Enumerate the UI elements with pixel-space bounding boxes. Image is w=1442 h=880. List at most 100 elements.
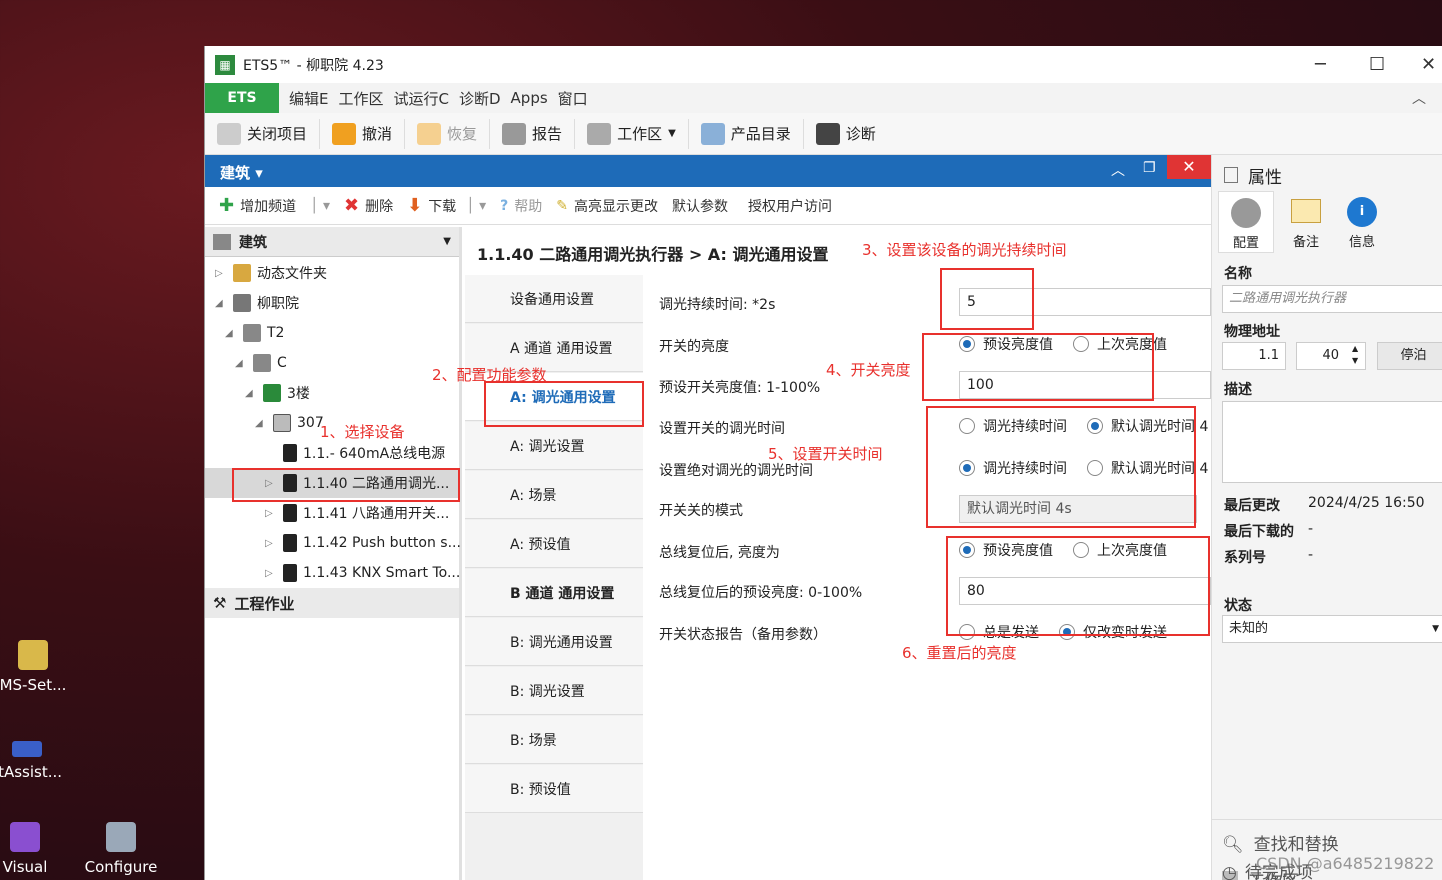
authorize-access-button[interactable]: 授权用户访问 <box>748 196 832 216</box>
workspace-label: 工作区 <box>617 125 663 143</box>
undo-label: 撤消 <box>362 125 393 143</box>
collapse-ribbon-icon[interactable]: ︿ <box>1412 88 1426 108</box>
name-input[interactable]: 二路通用调光执行器 <box>1222 285 1442 313</box>
tab-a-dim-settings[interactable]: A: 调光设置 <box>465 422 643 470</box>
tree-node[interactable]: ◢ 柳职院 <box>215 288 299 318</box>
download-button[interactable]: ⬇ 下载 │ ▾ <box>407 195 486 216</box>
address-stepper-icon[interactable]: ▲ ▼ <box>1352 343 1358 367</box>
default-params-button[interactable]: 默认参数 <box>672 196 728 216</box>
info-icon: i <box>1347 197 1377 227</box>
menu-apps[interactable]: Apps <box>511 89 548 107</box>
bus-reset-label: 总线复位后, 亮度为 <box>659 545 780 561</box>
diagnostics-button[interactable]: 诊断 <box>815 119 888 149</box>
delete-button[interactable]: ✖ 删除 <box>344 195 393 216</box>
desktop-icon-ms-set[interactable]: MS-Set... <box>0 640 78 694</box>
desktop-icon-label: MS-Set... <box>0 676 67 694</box>
device-icon <box>283 534 297 552</box>
help-icon: ? <box>500 197 509 214</box>
close-project-label: 关闭项目 <box>247 125 308 143</box>
properties-title-text: 属性 <box>1248 168 1282 188</box>
undo-button[interactable]: 撤消 <box>332 118 406 149</box>
menu-edit[interactable]: 编辑E <box>289 88 328 109</box>
menu-bar: ETS 编辑E 工作区 试运行C 诊断D Apps 窗口 ︿ <box>205 83 1442 113</box>
tree-node[interactable]: ▷ 动态文件夹 <box>215 258 327 288</box>
tree-node[interactable]: 1.1.- 640mA总线电源 <box>265 438 445 468</box>
highlight-changes-button[interactable]: ✎ 高亮显示更改 <box>556 196 658 216</box>
catalog-button[interactable]: 产品目录 <box>700 118 804 149</box>
building-icon <box>233 294 251 312</box>
tab-device-general[interactable]: 设备通用设置 <box>465 275 643 323</box>
tab-a-preset[interactable]: A: 预设值 <box>465 520 643 568</box>
tab-b-dim-general[interactable]: B: 调光通用设置 <box>465 618 643 666</box>
annotation-config-params: 2、配置功能参数 <box>432 366 547 384</box>
tab-b-preset[interactable]: B: 预设值 <box>465 765 643 813</box>
menu-commission[interactable]: 试运行C <box>394 88 449 109</box>
preset-brightness-label: 预设开关亮度值: 1-100% <box>659 380 821 396</box>
tree-node-label: T2 <box>267 325 285 341</box>
annotation-switch-time: 5、设置开关时间 <box>768 445 883 463</box>
tree-node[interactable]: ◢ C <box>235 348 287 378</box>
menu-ets[interactable]: ETS <box>205 83 279 113</box>
redo-icon <box>417 122 442 145</box>
collapse-panel-icon[interactable]: ︿ <box>1111 160 1125 180</box>
tree-node[interactable]: ◢ 307 <box>255 408 324 438</box>
tree-node[interactable]: ◢ T2 <box>225 318 284 348</box>
device-icon <box>283 504 297 522</box>
device-icon <box>283 444 297 462</box>
tree-node-label: 1.1.- 640mA总线电源 <box>303 446 446 462</box>
restore-panel-icon[interactable]: ❐ <box>1143 160 1156 176</box>
tree-node[interactable]: ◢ 3楼 <box>245 378 310 408</box>
last-change-label: 最后更改 <box>1224 498 1280 514</box>
redo-button[interactable]: 恢复 <box>417 118 491 149</box>
tab-info[interactable]: i 信息 <box>1334 191 1390 253</box>
annotation-switch-brightness: 4、开关亮度 <box>826 361 911 379</box>
tab-config[interactable]: 配置 <box>1218 191 1274 253</box>
close-icon[interactable]: ✕ <box>1421 54 1436 75</box>
tree-node[interactable]: ▷ 1.1.43 KNX Smart To... <box>265 558 460 588</box>
annotation-box-dim-time <box>940 268 1034 330</box>
annotation-dim-time: 3、设置该设备的调光持续时间 <box>862 241 1067 259</box>
menu-workspace[interactable]: 工作区 <box>338 88 383 109</box>
building-part-icon <box>243 324 261 342</box>
switch-brightness-label: 开关的亮度 <box>659 339 729 355</box>
tab-notes[interactable]: 备注 <box>1278 191 1334 253</box>
catalog-icon <box>700 122 725 145</box>
description-input[interactable] <box>1222 401 1442 483</box>
tab-b-dim-settings[interactable]: B: 调光设置 <box>465 667 643 715</box>
dim-time-label: 调光持续时间: *2s <box>659 297 776 313</box>
maximize-icon[interactable]: ☐ <box>1369 54 1385 75</box>
park-button[interactable]: 停泊 <box>1377 342 1442 370</box>
report-button[interactable]: 报告 <box>502 118 576 149</box>
close-panel-icon[interactable]: ✕ <box>1167 155 1211 179</box>
menu-window[interactable]: 窗口 <box>558 88 588 109</box>
add-dropdown-icon[interactable]: │ ▾ <box>310 198 330 214</box>
close-project-icon <box>217 122 241 145</box>
minimize-icon[interactable]: ─ <box>1315 54 1326 75</box>
tree-node[interactable]: ▷ 1.1.41 八路通用开关... <box>265 498 449 528</box>
desktop-icon-label: Configure <box>84 858 158 876</box>
tab-a-scene[interactable]: A: 场景 <box>465 471 643 519</box>
workspace-button[interactable]: 工作区 ▼ <box>587 118 689 149</box>
menu-diagnostics[interactable]: 诊断D <box>459 88 501 109</box>
add-channel-button[interactable]: ✚ 增加频道 <box>219 195 296 216</box>
panel-title[interactable]: 建筑 ▾ <box>220 162 263 183</box>
state-select[interactable]: 未知的 ▼ <box>1222 615 1442 643</box>
tab-b-scene[interactable]: B: 场景 <box>465 716 643 764</box>
tab-channel-b-general[interactable]: B 通道 通用设置 <box>465 569 643 617</box>
tree-node[interactable]: ▷ 1.1.42 Push button s... <box>265 528 461 558</box>
tree-node-label: C <box>277 355 287 371</box>
help-button[interactable]: ? 帮助 <box>500 196 542 216</box>
tree-node-label: 3楼 <box>287 386 310 402</box>
catalog-label: 产品目录 <box>730 125 791 143</box>
find-replace-section[interactable]: 🔍︎ 查找和替换 <box>1212 819 1442 855</box>
tree-header[interactable]: 建筑 ▼ <box>205 227 459 257</box>
last-download-label: 最后下载的 <box>1224 524 1294 540</box>
close-project-button[interactable]: 关闭项目 <box>217 118 321 149</box>
clock-icon: ◷ <box>1222 863 1237 880</box>
serial-label: 系列号 <box>1224 550 1266 566</box>
annotation-box-device <box>232 468 460 502</box>
desktop-icon-configure[interactable]: Configure <box>76 822 166 876</box>
project-work-section[interactable]: ⚒ 工程作业 <box>205 588 459 618</box>
desktop-icon-rtassist[interactable]: rtAssist... <box>0 735 72 781</box>
desktop-icon-visual-studio[interactable]: Visual <box>0 822 70 876</box>
